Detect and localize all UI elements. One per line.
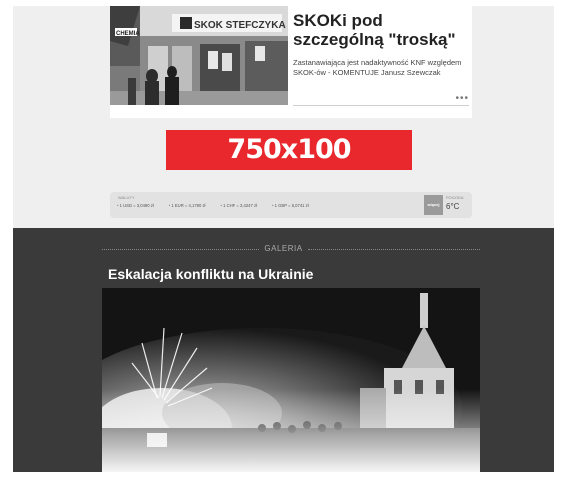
weather-more-button[interactable]: więcej	[424, 195, 443, 215]
weather-temperature: 6°C	[446, 202, 460, 211]
currency-rates: 1 USD = 3,0490 zł 1 EUR = 4,1780 zł 1 CH…	[117, 203, 324, 209]
currency-weather-bar: WALUTY 1 USD = 3,0490 zł 1 EUR = 4,1780 …	[110, 192, 472, 218]
ad-banner[interactable]: 750x100	[166, 130, 412, 170]
article-photo: SKOK STEFCZYKA CHEMIA	[110, 6, 288, 105]
gallery-label: GALERIA	[264, 244, 303, 253]
gallery-photo	[102, 288, 480, 472]
sign-text: SKOK STEFCZYKA	[194, 20, 286, 31]
gallery-section: GALERIA Eskalacja konfliktu na Ukrainie	[13, 228, 554, 472]
rate-chf: 1 CHF = 3,4247 zł	[221, 203, 257, 209]
rate-eur: 1 EUR = 4,1780 zł	[169, 203, 205, 209]
gallery-image[interactable]	[102, 288, 480, 472]
article-title[interactable]: SKOKi pod szczególną "troską"	[293, 11, 471, 49]
top-section: SKOK STEFCZYKA CHEMIA SKOKi pod szczegól…	[13, 6, 554, 228]
divider	[293, 105, 469, 106]
article-image[interactable]: SKOK STEFCZYKA CHEMIA	[110, 6, 288, 105]
more-options-icon[interactable]: •••	[455, 94, 469, 104]
rate-gbp: 1 GBP = 5,0741 zł	[272, 203, 309, 209]
rate-usd: 1 USD = 3,0490 zł	[117, 203, 154, 209]
page-frame: SKOK STEFCZYKA CHEMIA SKOKi pod szczegól…	[13, 6, 554, 472]
chemia-sign: CHEMIA	[116, 31, 140, 37]
article-teaser[interactable]: SKOK STEFCZYKA CHEMIA SKOKi pod szczegól…	[110, 6, 472, 118]
gallery-title[interactable]: Eskalacja konfliktu na Ukrainie	[108, 266, 313, 282]
article-lead: Zastanawiająca jest nadaktywność KNF wzg…	[293, 58, 462, 77]
weather-label: POGODA	[446, 195, 464, 200]
currency-label: WALUTY	[118, 195, 135, 200]
